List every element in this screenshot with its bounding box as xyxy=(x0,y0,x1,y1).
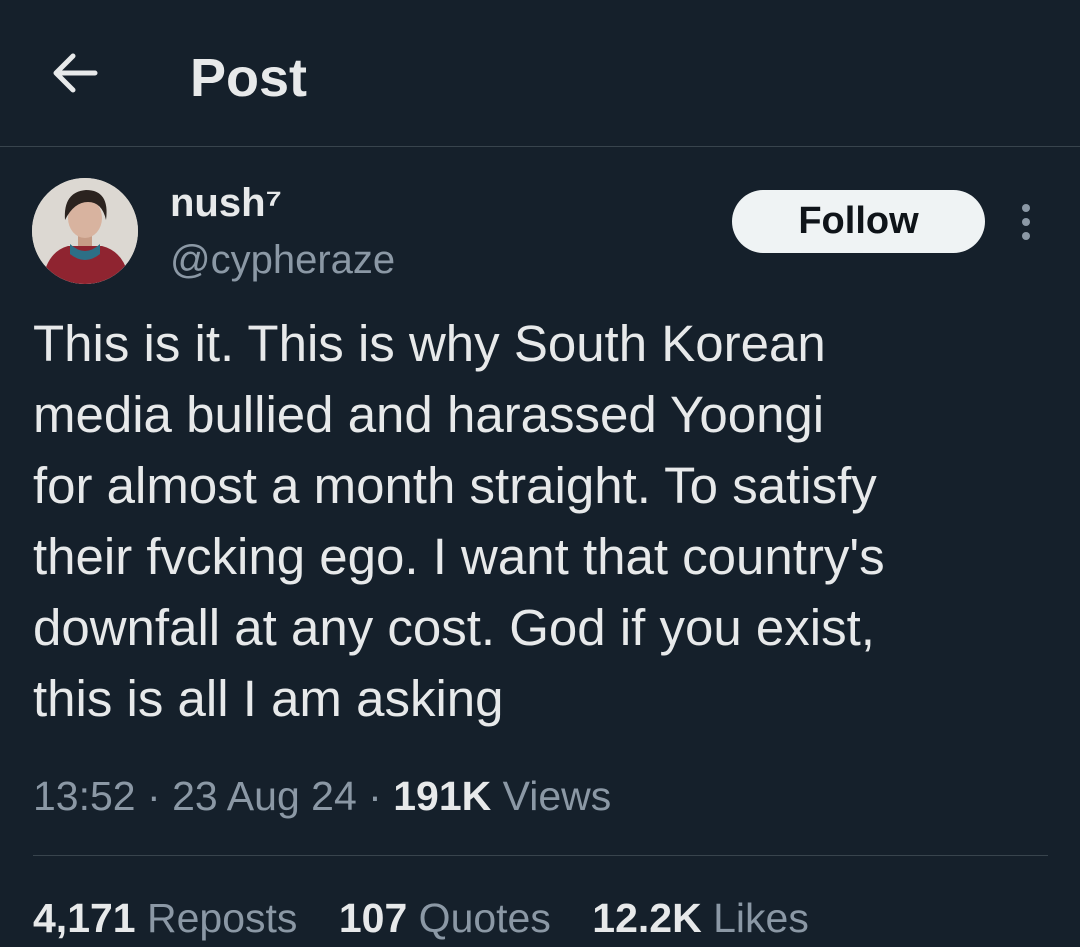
engagement-stats: 4,171 Reposts 107 Quotes 12.2K Likes xyxy=(33,890,839,946)
post-text-line: this is all I am asking xyxy=(33,670,504,727)
meta-separator: · xyxy=(147,773,161,819)
quotes-stat[interactable]: 107 Quotes xyxy=(339,890,551,946)
likes-stat[interactable]: 12.2K Likes xyxy=(592,890,809,946)
quotes-count: 107 xyxy=(338,895,408,941)
likes-label: Likes xyxy=(713,895,809,941)
meta-separator: · xyxy=(368,773,382,819)
post-metadata: 13:52 · 23 Aug 24 · 191K Views xyxy=(33,768,611,824)
likes-count: 12.2K xyxy=(592,895,702,941)
post-text: This is it. This is why South Korean med… xyxy=(33,308,1043,734)
more-options-button[interactable] xyxy=(1004,196,1048,248)
divider xyxy=(33,855,1048,856)
avatar[interactable] xyxy=(32,178,138,284)
post-text-line: This is it. This is why South Korean xyxy=(33,315,826,372)
avatar-photo xyxy=(32,178,138,284)
post-text-line: for almost a month straight. To satisfy xyxy=(33,457,877,514)
reposts-count: 4,171 xyxy=(33,895,136,941)
follow-button[interactable]: Follow xyxy=(732,190,985,253)
reposts-label: Reposts xyxy=(147,895,298,941)
post-date[interactable]: 23 Aug 24 xyxy=(172,773,357,819)
top-bar: Post xyxy=(0,0,1080,147)
vertical-ellipsis-icon xyxy=(1022,204,1030,240)
post-text-line: downfall at any cost. God if you exist, xyxy=(33,599,875,656)
post-text-line: their fvcking ego. I want that country's xyxy=(33,528,885,585)
user-handle[interactable]: @cypheraze xyxy=(170,235,395,285)
reposts-stat[interactable]: 4,171 Reposts xyxy=(33,890,297,946)
views-label: Views xyxy=(502,773,612,819)
arrow-left-icon xyxy=(53,53,98,93)
display-name[interactable]: nush⁷ xyxy=(170,178,282,228)
views-count: 191K xyxy=(393,773,492,819)
quotes-label: Quotes xyxy=(418,895,551,941)
back-button[interactable] xyxy=(40,38,110,108)
post-text-line: media bullied and harassed Yoongi xyxy=(33,386,825,443)
post-time[interactable]: 13:52 xyxy=(33,773,136,819)
page-title: Post xyxy=(190,48,308,108)
